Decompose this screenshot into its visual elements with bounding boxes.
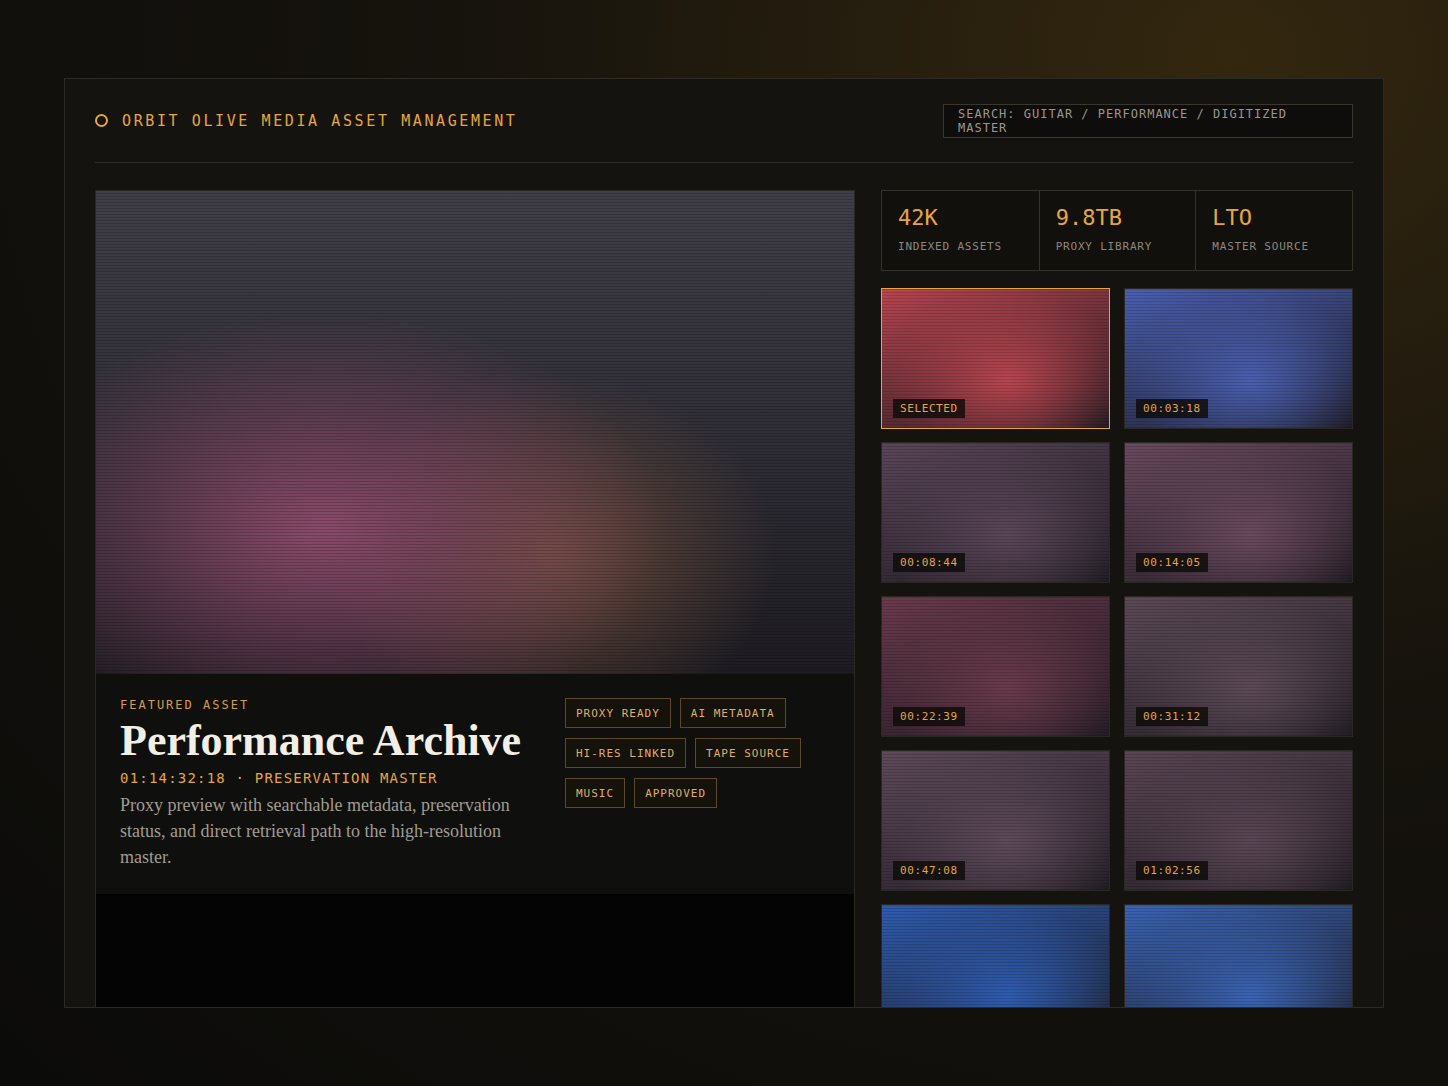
- tag[interactable]: PROXY READY: [565, 698, 671, 728]
- stat: 9.8TB PROXY LIBRARY: [1039, 191, 1196, 270]
- thumbnail[interactable]: [881, 904, 1110, 1007]
- logo-ring-icon: [95, 114, 108, 127]
- asset-title: Performance Archive: [120, 720, 530, 762]
- content: FEATURED ASSET Performance Archive 01:14:3…: [95, 190, 1353, 1007]
- tag[interactable]: AI METADATA: [680, 698, 786, 728]
- search-field[interactable]: SEARCH: GUITAR / PERFORMANCE / DIGITIZED…: [943, 104, 1353, 138]
- thumbnail[interactable]: SELECTED: [881, 288, 1110, 429]
- thumbnail-badge: 00:03:18: [1136, 399, 1208, 418]
- tag-list: PROXY READY AI METADATA HI-RES LINKED TAPE …: [565, 698, 815, 870]
- thumbnail-badge: 01:02:56: [1136, 861, 1208, 880]
- featured-panel: FEATURED ASSET Performance Archive 01:14:3…: [95, 190, 855, 1007]
- thumbnail[interactable]: 00:47:08: [881, 750, 1110, 891]
- video-preview[interactable]: [96, 191, 854, 674]
- tag[interactable]: HI-RES LINKED: [565, 738, 686, 768]
- thumbnail[interactable]: 00:03:18: [1124, 288, 1353, 429]
- eyebrow: FEATURED ASSET: [120, 698, 530, 712]
- tag[interactable]: APPROVED: [634, 778, 717, 808]
- stat: LTO MASTER SOURCE: [1195, 191, 1352, 270]
- stat-label: INDEXED ASSETS: [898, 240, 1023, 253]
- thumbnail[interactable]: [1124, 904, 1353, 1007]
- tag[interactable]: MUSIC: [565, 778, 625, 808]
- thumbnail[interactable]: 00:14:05: [1124, 442, 1353, 583]
- app-frame: ORBIT OLIVE MEDIA ASSET MANAGEMENT SEARCH…: [64, 78, 1384, 1008]
- brand-title: ORBIT OLIVE MEDIA ASSET MANAGEMENT: [122, 112, 517, 130]
- timecode: 01:14:32:18 · PRESERVATION MASTER: [120, 770, 530, 786]
- stat-label: PROXY LIBRARY: [1056, 240, 1180, 253]
- thumbnail[interactable]: 00:22:39: [881, 596, 1110, 737]
- stat-value: 42K: [898, 205, 1023, 230]
- brand: ORBIT OLIVE MEDIA ASSET MANAGEMENT: [95, 112, 517, 130]
- stat: 42K INDEXED ASSETS: [882, 191, 1039, 270]
- thumbnail-badge: SELECTED: [893, 399, 965, 418]
- stat-value: LTO: [1212, 205, 1336, 230]
- stats-bar: 42K INDEXED ASSETS 9.8TB PROXY LIBRARY LTO MA…: [881, 190, 1353, 271]
- thumbnail-badge: 00:31:12: [1136, 707, 1208, 726]
- tag[interactable]: TAPE SOURCE: [695, 738, 801, 768]
- thumbnail-badge: 00:47:08: [893, 861, 965, 880]
- page: ORBIT OLIVE MEDIA ASSET MANAGEMENT SEARCH…: [0, 0, 1448, 1086]
- header: ORBIT OLIVE MEDIA ASSET MANAGEMENT SEARCH…: [95, 79, 1353, 163]
- thumbnail[interactable]: 01:02:56: [1124, 750, 1353, 891]
- asset-info: FEATURED ASSET Performance Archive 01:14:3…: [96, 674, 854, 894]
- thumbnail-badge: 00:22:39: [893, 707, 965, 726]
- thumbnail[interactable]: 00:08:44: [881, 442, 1110, 583]
- asset-text: FEATURED ASSET Performance Archive 01:14:3…: [120, 698, 530, 870]
- library-panel: 42K INDEXED ASSETS 9.8TB PROXY LIBRARY LTO MA…: [881, 190, 1353, 1007]
- thumbnail-badge: 00:08:44: [893, 553, 965, 572]
- stat-value: 9.8TB: [1056, 205, 1180, 230]
- stat-label: MASTER SOURCE: [1212, 240, 1336, 253]
- thumbnail[interactable]: 00:31:12: [1124, 596, 1353, 737]
- asset-description: Proxy preview with searchable metadata, …: [120, 792, 530, 870]
- thumbnail-badge: 00:14:05: [1136, 553, 1208, 572]
- thumbnail-grid: SELECTED 00:03:18 00:08:44 00:14:05 00:22:39…: [881, 288, 1353, 1007]
